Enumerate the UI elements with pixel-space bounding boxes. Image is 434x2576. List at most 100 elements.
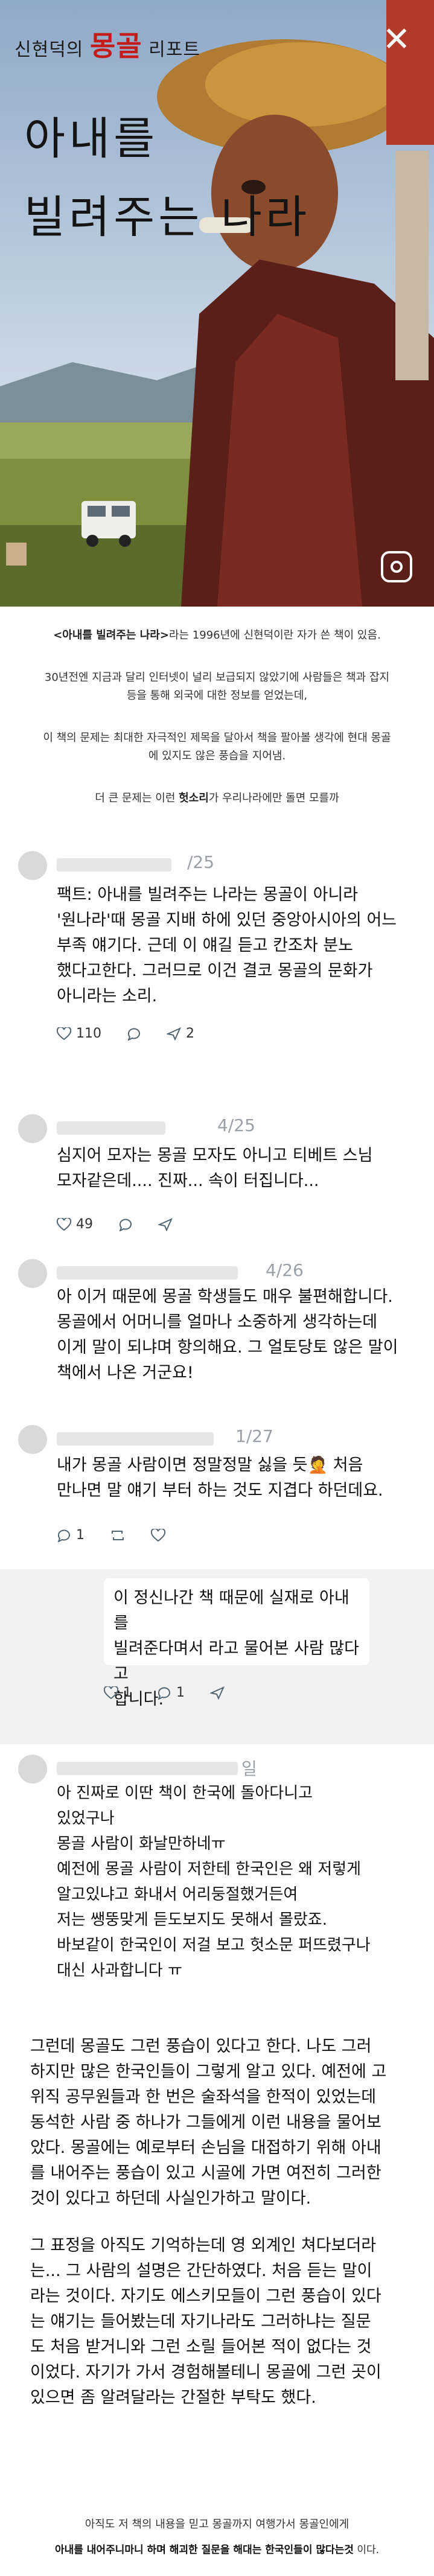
caption-line6-bold: 헛소리 bbox=[179, 792, 209, 805]
like-button[interactable]: 49 bbox=[57, 1217, 93, 1232]
article-line: 그 표정을 아직도 기억하는데 영 외계인 쳐다보더라 bbox=[30, 2236, 377, 2255]
caption-line3: 등을 통해 외국에 대한 정보를 얻었는데, bbox=[126, 689, 308, 702]
article-line: 그런데 몽골도 그런 풍습이 있다고 한다. 나도 그러 bbox=[30, 2037, 372, 2056]
caption-line5: 에 있지도 않은 풍습을 지어냄. bbox=[148, 750, 286, 762]
like-button[interactable]: 110 bbox=[57, 1026, 101, 1041]
caption-line4: 이 책의 문제는 최대한 자극적인 제목을 달아서 책을 팔아볼 생각에 현대 … bbox=[43, 732, 391, 744]
article-line: 위직 공무원들과 한 번은 술좌석을 한적이 있었는데 bbox=[30, 2088, 377, 2106]
tweet-line: 모자같은데.... 진짜... 속이 터집니다... bbox=[57, 1172, 319, 1190]
tweet-card-1: /25 팩트: 아내를 빌려주는 나라는 몽골이 아니라 '원나라'때 몽골 지… bbox=[18, 845, 416, 1105]
tweet-card-4: 1/27 내가 몽골 사람이면 정말정말 싫을 듯🤦 처음 만나면 말 얘기 부… bbox=[18, 1421, 416, 1560]
comment-line: 몽골 사람이 화날만하네ㅠ bbox=[57, 1835, 226, 1853]
book-title-line2: 빌려주는 나라 bbox=[24, 191, 311, 243]
caption-line6-post: 가 우리나라에만 돌면 모를까 bbox=[208, 792, 339, 805]
repost-button[interactable] bbox=[110, 1529, 126, 1542]
tweet-text: 내가 몽골 사람이면 정말정말 싫을 듯🤦 처음 만나면 말 얘기 부터 하는 … bbox=[57, 1453, 419, 1503]
like-button[interactable]: 1 bbox=[104, 1685, 132, 1700]
heart-icon bbox=[104, 1686, 118, 1699]
comment-line: 대신 사과합니다 ㅠ bbox=[57, 1962, 182, 1980]
tweet-line: 팩트: 아내를 빌려주는 나라는 몽골이 아니라 bbox=[57, 885, 359, 904]
lens-icon[interactable] bbox=[381, 551, 412, 582]
close-icon[interactable]: ✕ bbox=[378, 22, 415, 58]
reply-icon bbox=[57, 1529, 70, 1542]
footer-rest: 이다. bbox=[353, 2544, 380, 2556]
caption-line2: 30년전엔 지금과 달리 인터넷이 널리 보급되지 않았기에 사람들은 책과 잡… bbox=[44, 671, 390, 684]
reply-button[interactable] bbox=[127, 1027, 141, 1041]
article-paragraph-2: 그 표정을 아직도 기억하는데 영 외계인 쳐다보더라 는... 그 사람의 설… bbox=[30, 2233, 410, 2411]
tweet-text: 팩트: 아내를 빌려주는 나라는 몽골이 아니라 '원나라'때 몽골 지배 하에… bbox=[57, 882, 419, 1009]
avatar[interactable] bbox=[18, 1425, 47, 1454]
handle-redacted bbox=[57, 858, 171, 872]
avatar[interactable] bbox=[18, 1114, 47, 1143]
caption-line6-pre: 더 큰 문제는 이런 bbox=[95, 792, 179, 805]
series-prefix: 신현덕의 bbox=[14, 39, 84, 60]
like-button[interactable] bbox=[151, 1528, 165, 1542]
book-title-line1: 아내를 bbox=[24, 113, 159, 165]
tweet-date: 4/25 bbox=[217, 1115, 255, 1135]
tweet-line: 내가 몽골 사람이면 정말정말 싫을 듯🤦 처음 bbox=[57, 1456, 363, 1475]
avatar[interactable] bbox=[18, 851, 47, 880]
comment-line: 바보같이 한국인이 저걸 보고 헛소문 퍼뜨렸구나 bbox=[57, 1936, 371, 1954]
footer-bold: 아내를 내어주니마니 하며 해괴한 질문을 해대는 한국인들이 많다는것 bbox=[54, 2544, 354, 2556]
article-paragraph-1: 그런데 몽골도 그런 풍습이 있다고 한다. 나도 그러 하지만 많은 한국인들… bbox=[30, 2034, 410, 2211]
tweet-line: '원나라'때 몽골 지배 하에 있던 중앙아시아의 어느 bbox=[57, 911, 397, 929]
share-button[interactable]: 2 bbox=[167, 1026, 194, 1041]
reply-line: 이 정신나간 책 때문에 실재로 아내를 bbox=[113, 1589, 349, 1633]
avatar[interactable] bbox=[18, 1755, 47, 1784]
book-cover-illustration bbox=[0, 0, 434, 607]
series-main: 몽골 bbox=[89, 30, 142, 62]
reply-actions: 1 1 bbox=[104, 1685, 225, 1700]
tweet-line: 심지어 모자는 몽골 모자도 아니고 티베트 스님 bbox=[57, 1146, 373, 1165]
tweet-card-3: 4/26 아 이거 때문에 몽골 학생들도 매우 불편해합니다. 몽골에서 어머… bbox=[18, 1255, 416, 1400]
article-line: 하지만 많은 한국인들이 그렇게 알고 있다. 예전에 고 bbox=[30, 2062, 387, 2081]
tweet-actions: 49 bbox=[57, 1217, 173, 1232]
tweet-line: 책에서 나온 거군요! bbox=[57, 1363, 194, 1382]
tweet-date: 1/27 bbox=[235, 1426, 273, 1446]
comment-text: 아 진짜로 이딴 책이 한국에 돌아다니고 있었구나 몽골 사람이 화날만하네ㅠ… bbox=[57, 1781, 434, 1983]
caption-line6: 더 큰 문제는 이런 헛소리가 우리나라에만 돌면 모를까 bbox=[0, 791, 434, 806]
tweet-line: 만나면 말 얘기 부터 하는 것도 지겹다 하던데요. bbox=[57, 1481, 383, 1500]
avatar[interactable] bbox=[18, 1259, 47, 1288]
article-line: 를 내어주는 풍습이 있고 시골에 가면 여전히 그러한 bbox=[30, 2164, 381, 2182]
tweet-text: 심지어 모자는 몽골 모자도 아니고 티베트 스님 모자같은데.... 진짜..… bbox=[57, 1143, 419, 1194]
footer-line1: 아직도 저 책의 내용을 믿고 몽골까지 여행가서 몽골인에게 bbox=[85, 2518, 349, 2531]
caption-book-title: <아내를 빌려주는 나라> bbox=[53, 629, 169, 642]
reply-icon bbox=[119, 1219, 132, 1231]
reply-bubble: 이 정신나간 책 때문에 실재로 아내를 빌려준다며서 라고 물어본 사람 많다… bbox=[104, 1578, 369, 1709]
comment-line: 아 진짜로 이딴 책이 한국에 돌아다니고 bbox=[57, 1784, 313, 1802]
publisher-logo bbox=[6, 543, 27, 566]
repost-icon bbox=[112, 1530, 124, 1540]
article-line: 는... 그 사람의 설명은 간단하였다. 처음 듣는 말이 bbox=[30, 2262, 372, 2280]
comment-line: 예전에 몽골 사람이 저한테 한국인은 왜 저렇게 bbox=[57, 1860, 362, 1878]
heart-icon bbox=[57, 1027, 71, 1040]
reply-icon bbox=[127, 1028, 140, 1041]
comment-line: 저는 쌩뚱맞게 듣도보지도 못해서 몰랐죠. bbox=[57, 1911, 327, 1929]
tweet-line: 했다고한다. 그러므로 이건 결코 몽골의 문화가 bbox=[57, 961, 373, 980]
series-suffix: 리포트 bbox=[148, 39, 200, 60]
reply-button[interactable]: 1 bbox=[57, 1528, 85, 1543]
tweet-line: 부족 얘기다. 근데 이 얘길 듣고 칸조차 분노 bbox=[57, 936, 353, 955]
comment-line: 있었구나 bbox=[57, 1809, 115, 1828]
tweet-actions: 1 bbox=[57, 1528, 165, 1543]
article-line: 이었다. 자기가 가서 경험해볼테니 몽골에 그런 곳이 bbox=[30, 2363, 381, 2382]
handle-redacted bbox=[57, 1121, 165, 1135]
tweet-actions: 110 2 bbox=[57, 1026, 194, 1041]
share-icon bbox=[210, 1686, 225, 1700]
reply-count: 1 bbox=[76, 1528, 85, 1543]
article-line: 는 얘기는 들어봤는데 자기나라도 그러하냐는 질문 bbox=[30, 2312, 371, 2331]
like-count: 49 bbox=[76, 1217, 93, 1232]
tweet-text: 아 이거 때문에 몽골 학생들도 매우 불편해합니다. 몽골에서 어머니를 얼마… bbox=[57, 1284, 419, 1386]
reply-line: 빌려준다며서 라고 물어본 사람 많다고 bbox=[113, 1639, 359, 1683]
tweet-date: 4/26 bbox=[266, 1260, 304, 1280]
tweet-line: 몽골에서 어머니를 얼마나 소중하게 생각하는데 bbox=[57, 1313, 378, 1331]
handle-redacted bbox=[57, 1432, 214, 1446]
reply-button[interactable]: 1 bbox=[157, 1685, 185, 1700]
comment-line: 알고있냐고 화내서 어리둥절했거든여 bbox=[57, 1886, 298, 1904]
share-button[interactable] bbox=[158, 1217, 173, 1231]
reply-button[interactable] bbox=[118, 1218, 133, 1231]
article-line: 도 처음 받거니와 그런 소릴 들어본 적이 없다는 것 bbox=[30, 2338, 372, 2356]
article-line: 라는 것이다. 자기도 에스키모들이 그런 풍습이 있다 bbox=[30, 2287, 381, 2306]
share-button[interactable] bbox=[210, 1686, 225, 1700]
article-line: 있으면 좀 알려달라는 간절한 부탁도 했다. bbox=[30, 2388, 316, 2407]
article-line: 았다. 몽골에는 예로부터 손님을 대접하기 위해 아내 bbox=[30, 2138, 381, 2157]
